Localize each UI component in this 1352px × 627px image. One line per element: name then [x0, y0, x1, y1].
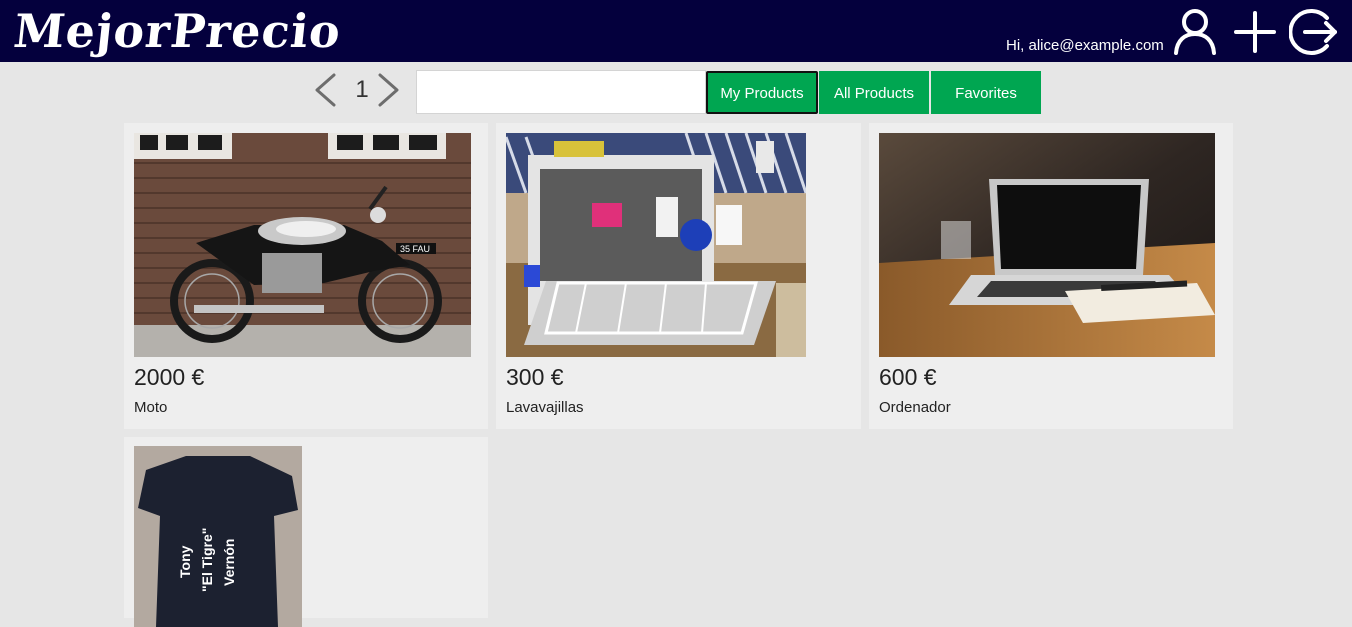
product-image[interactable] [879, 133, 1215, 357]
product-card-4[interactable]: Tony "El Tigre" Vernón [124, 437, 488, 627]
tab-all-products[interactable]: All Products [819, 71, 929, 114]
product-name[interactable]: Lavavajillas [506, 398, 584, 418]
search-input[interactable] [416, 70, 706, 114]
product-price: 600 € [879, 364, 937, 390]
page-number: 1 [355, 76, 369, 103]
product-image[interactable]: Tony "El Tigre" Vernón [134, 446, 302, 627]
product-name[interactable]: Ordenador [879, 398, 951, 418]
product-name[interactable]: Moto [134, 398, 167, 418]
product-card-moto[interactable]: 35 FAU 2000 € Moto [124, 123, 488, 429]
product-image[interactable]: 35 FAU [134, 133, 471, 357]
product-image[interactable] [506, 133, 806, 357]
svg-text:Vernón: Vernón [221, 539, 237, 586]
next-page-button[interactable] [376, 72, 402, 108]
product-price: 2000 € [134, 364, 205, 390]
product-card-ordenador[interactable]: 600 € Ordenador [869, 123, 1233, 429]
svg-text:"El Tigre": "El Tigre" [199, 528, 215, 592]
app-logo[interactable]: MejorPrecio [11, 2, 344, 60]
tab-my-products[interactable]: My Products [706, 71, 818, 114]
user-icon[interactable] [1171, 6, 1219, 56]
top-navbar: MejorPrecio Hi, alice@example.com [0, 0, 1352, 62]
product-card-lavavajillas[interactable]: 300 € Lavavajillas [496, 123, 861, 429]
user-greeting: Hi, alice@example.com [1006, 37, 1164, 54]
product-price: 300 € [506, 364, 564, 390]
add-icon[interactable] [1231, 6, 1279, 56]
logout-icon[interactable] [1288, 6, 1337, 56]
tab-favorites[interactable]: Favorites [931, 71, 1041, 114]
svg-text:Tony: Tony [177, 545, 193, 578]
previous-page-button[interactable] [312, 72, 338, 108]
svg-text:35 FAU: 35 FAU [400, 244, 430, 254]
